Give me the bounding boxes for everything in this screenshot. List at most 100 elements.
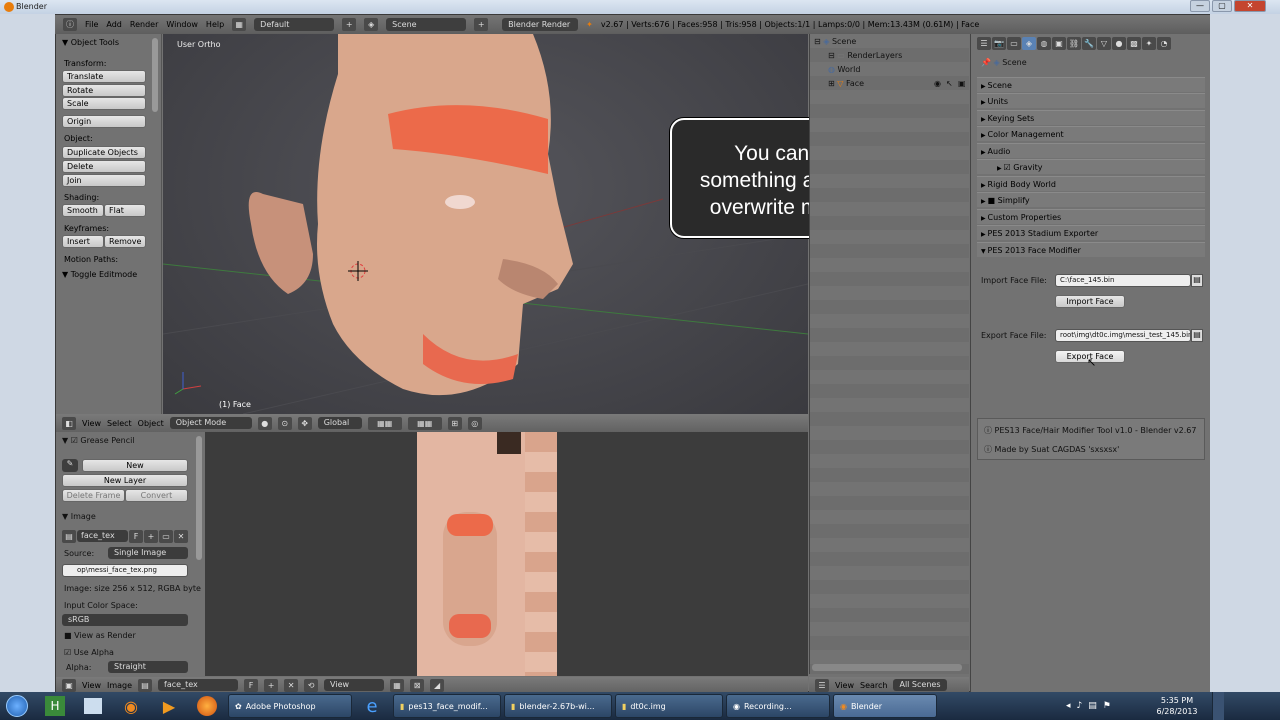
data-tab-icon[interactable]: ▽ [1097, 37, 1111, 50]
layout-icon[interactable]: ▦ [232, 18, 247, 31]
material-tab-icon[interactable]: ● [1112, 37, 1126, 50]
menu-file[interactable]: File [85, 20, 98, 29]
duplicate-objects-button[interactable]: Duplicate Objects [62, 146, 146, 159]
delete-button[interactable]: Delete [62, 160, 146, 173]
taskbar-pes13-folder[interactable]: ▮ pes13_face_modif... [393, 694, 501, 718]
add-scene-icon[interactable]: + [474, 18, 489, 31]
panel-gravity[interactable]: ☑ Gravity [977, 159, 1205, 174]
import-file-browse-icon[interactable]: ▤ [1191, 274, 1203, 287]
image-filepath-input[interactable]: op\messi_face_tex.png [62, 564, 188, 577]
outliner-filter-select[interactable]: All Scenes [893, 679, 947, 691]
panel-pes2013-face-modifier[interactable]: PES 2013 Face Modifier [977, 242, 1205, 257]
snap-icon[interactable]: ⊞ [447, 416, 462, 430]
ie-icon[interactable]: e [355, 694, 389, 718]
viewport-menu-view[interactable]: View [82, 419, 101, 428]
render-camera-icon[interactable]: ▣ [958, 79, 966, 88]
image-name-select[interactable]: face_tex [158, 679, 239, 691]
use-alpha-checkbox[interactable]: ☑ Use Alpha [64, 648, 114, 657]
panel-custom-properties[interactable]: Custom Properties [977, 209, 1205, 224]
rotate-button[interactable]: Rotate [62, 84, 146, 97]
source-select[interactable]: Single Image [108, 547, 188, 559]
face-mesh[interactable] [317, 34, 573, 396]
blender-pin-icon[interactable]: ◉ [114, 694, 148, 718]
checker-icon[interactable]: ⊠ [410, 678, 425, 692]
scene-icon[interactable]: ◈ [364, 18, 379, 31]
close-button[interactable]: ✕ [1234, 0, 1266, 12]
color-space-select[interactable]: sRGB [62, 614, 188, 626]
alpha-select[interactable]: Straight [108, 661, 188, 673]
export-face-path-input[interactable]: root\img\dt0c.img\messi_test_145.bin [1055, 329, 1191, 342]
view-as-render-checkbox[interactable]: ■ View as Render [64, 631, 136, 640]
outliner-hscrollbar[interactable] [812, 664, 962, 671]
open-image-icon[interactable]: ▭ [159, 530, 173, 543]
panel-scene[interactable]: Scene [977, 77, 1205, 92]
object-tools-header[interactable]: ▼ Object Tools [62, 38, 119, 47]
render-tab-icon[interactable]: 📷 [992, 37, 1006, 50]
export-file-browse-icon[interactable]: ▤ [1191, 329, 1203, 342]
image-editor-type-icon[interactable]: ▣ [62, 678, 76, 692]
join-button[interactable]: Join [62, 174, 146, 187]
simplify-checkbox[interactable]: ■ [988, 196, 996, 205]
show-desktop-button[interactable] [1212, 692, 1224, 720]
toolshelf-scrollbar[interactable] [152, 38, 158, 112]
image-menu-image[interactable]: Image [107, 681, 132, 690]
panel-units[interactable]: Units [977, 93, 1205, 108]
minimize-button[interactable]: — [1190, 0, 1210, 12]
orientation-select[interactable]: Global [317, 417, 362, 429]
info-editor-icon[interactable]: ⓘ [63, 18, 77, 31]
image-panel-header[interactable]: ▼ Image [62, 512, 96, 521]
gp-convert-button[interactable]: Convert [125, 489, 188, 502]
layout-select[interactable]: Default [254, 18, 335, 31]
outliner-item-scene[interactable]: ⊟ ◈ Scene [814, 37, 856, 46]
mode-select[interactable]: Object Mode [169, 417, 252, 429]
manipulator-icon[interactable]: ✥ [297, 416, 312, 430]
paint-icon[interactable]: ◢ [430, 678, 445, 692]
firefox-icon[interactable] [190, 694, 224, 718]
clock[interactable]: 5:35 PM 6/28/2013 [1150, 695, 1204, 717]
constraints-tab-icon[interactable]: ⛓ [1067, 37, 1081, 50]
menu-render[interactable]: Render [130, 20, 158, 29]
grease-pencil-checkbox[interactable]: ☑ [71, 436, 78, 445]
tray-arrow-icon[interactable]: ◂ [1066, 701, 1071, 711]
maximize-button[interactable]: ▢ [1212, 0, 1232, 12]
panel-audio[interactable]: Audio [977, 143, 1205, 158]
display-mode-select[interactable]: View [324, 679, 385, 691]
image-name-field[interactable]: face_tex [77, 530, 128, 542]
panel-simplify[interactable]: ■ Simplify [977, 192, 1205, 207]
panel-keying-sets[interactable]: Keying Sets [977, 110, 1205, 125]
scale-button[interactable]: Scale [62, 97, 146, 110]
outliner-menu-search[interactable]: Search [860, 681, 887, 690]
image-browse-icon-2[interactable]: ▤ [138, 678, 153, 692]
layers-icon-2[interactable]: ▦▦ [407, 416, 442, 430]
explorer-pin-icon[interactable] [76, 694, 110, 718]
panel-pes2013-stadium-exporter[interactable]: PES 2013 Stadium Exporter [977, 225, 1205, 240]
smooth-button[interactable]: Smooth [62, 204, 104, 217]
panel-color-management[interactable]: Color Management [977, 126, 1205, 141]
taskbar-photoshop[interactable]: ✿ Adobe Photoshop [228, 694, 352, 718]
origin-button[interactable]: Origin [62, 115, 146, 128]
object-tab-icon[interactable]: ▣ [1052, 37, 1066, 50]
gp-new-layer-button[interactable]: New Layer [62, 474, 188, 487]
gp-new-button[interactable]: New [82, 459, 188, 472]
world-tab-icon[interactable]: ◍ [1037, 37, 1051, 50]
unlink-image-icon-2[interactable]: ✕ [284, 678, 299, 692]
pivot-icon[interactable]: ⊙ [277, 416, 292, 430]
editor-type-icon[interactable]: ◧ [62, 416, 76, 430]
taskbar-blender[interactable]: ◉ Blender [833, 694, 937, 718]
outliner-editor-icon[interactable]: ☰ [815, 678, 829, 692]
render-engine-select[interactable]: Blender Render [502, 18, 579, 31]
flag-icon[interactable]: ⚑ [1103, 701, 1111, 711]
viewport-menu-select[interactable]: Select [107, 419, 132, 428]
modifiers-tab-icon[interactable]: 🔧 [1082, 37, 1096, 50]
outliner-item-face[interactable]: ⊞ ▽ Face [828, 79, 864, 88]
outliner-menu-view[interactable]: View [835, 681, 854, 690]
layers-icon[interactable]: ▦▦ [367, 416, 402, 430]
grease-pencil-header[interactable]: ▼ ☑ Grease Pencil [62, 436, 135, 445]
shading-mode-icon[interactable]: ● [257, 416, 272, 430]
selectable-cursor-icon[interactable]: ↖ [946, 79, 953, 88]
remove-keyframe-button[interactable]: Remove [104, 235, 146, 248]
taskbar-dt0c-folder[interactable]: ▮ dt0c.img [615, 694, 723, 718]
start-button[interactable] [0, 694, 34, 718]
media-player-icon[interactable]: ▶ [152, 694, 186, 718]
add-image-icon[interactable]: + [144, 530, 158, 543]
